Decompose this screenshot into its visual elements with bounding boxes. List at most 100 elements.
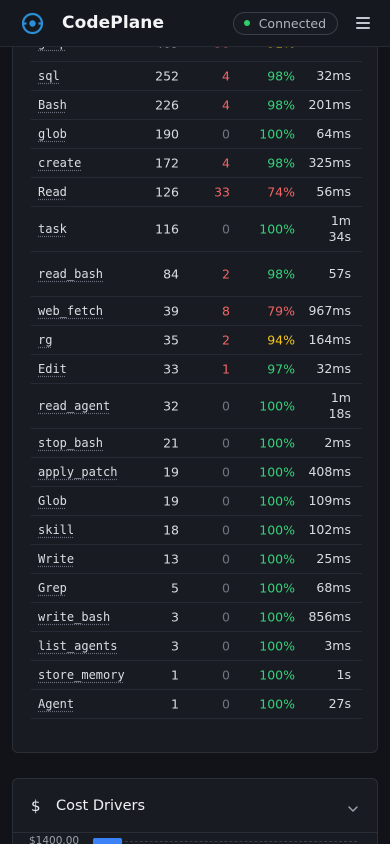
success-rate: 100% [259,638,295,654]
connection-status-badge: Connected [232,11,338,35]
success-rate: 98% [267,68,295,84]
error-count: 0 [222,667,230,683]
avg-duration: 3ms [324,638,351,653]
success-rate: 97% [267,361,295,377]
avg-duration: 164ms [308,332,351,347]
cost-drivers-card: $ Cost Drivers $1400.00 [12,778,378,844]
calls-count: 13 [163,551,179,567]
table-row: Glob 19 0 100% 109ms [31,487,362,516]
error-count: 4 [222,68,230,84]
error-count: 0 [222,609,230,625]
tool-name[interactable]: read_agent [38,399,110,413]
success-rate: 74% [267,184,295,200]
calls-count: 3 [171,638,179,654]
tool-name[interactable]: sql [38,69,60,83]
success-rate: 100% [259,522,295,538]
tool-name[interactable]: rg [38,333,52,347]
success-rate: 100% [259,580,295,596]
error-count: 0 [222,493,230,509]
calls-count: 39 [163,303,179,319]
success-rate: 98% [267,155,295,171]
y-axis-tick-label: $1400.00 [29,835,80,844]
tool-name[interactable]: apply_patch [38,465,117,479]
calls-count: 116 [155,221,179,237]
tool-name[interactable]: skill [38,523,74,537]
tool-name[interactable]: Edit [38,362,67,376]
tool-name[interactable]: task [38,222,67,236]
error-count: 0 [222,551,230,567]
error-count: 0 [222,221,230,237]
tool-name[interactable]: read_bash [38,267,103,281]
tool-name[interactable]: Bash [38,98,67,112]
success-rate: 100% [259,221,295,237]
success-rate: 79% [267,303,295,319]
table-row: Grep 5 0 100% 68ms [31,574,362,603]
hamburger-menu-icon[interactable] [356,17,370,29]
calls-count: 33 [163,361,179,377]
avg-duration: 2ms [324,435,351,450]
avg-duration: 102ms [308,522,351,537]
table-row: read_bash 84 2 98% 57s [31,252,362,297]
tool-name[interactable]: Write [38,552,74,566]
tool-name[interactable]: Read [38,185,67,199]
table-row: list_agents 3 0 100% 3ms [31,632,362,661]
cost-drivers-chart: $1400.00 [13,833,377,844]
success-rate: 100% [259,398,295,414]
avg-duration: 1m 18s [328,390,351,421]
tool-name[interactable]: write_bash [38,610,110,624]
calls-count: 126 [155,184,179,200]
table-row: Edit 33 1 97% 32ms [31,355,362,384]
calls-count: 19 [163,493,179,509]
tool-name[interactable]: Grep [38,581,67,595]
avg-duration: 25ms [316,551,351,566]
success-rate: 100% [259,667,295,683]
calls-count: 84 [163,266,179,282]
table-row: write_bash 3 0 100% 856ms [31,603,362,632]
tool-name[interactable]: web_fetch [38,304,103,318]
error-count: 0 [222,522,230,538]
avg-duration: 32ms [316,68,351,83]
status-dot-icon [243,20,250,26]
avg-duration: 56ms [316,184,351,199]
success-rate: 100% [259,126,295,142]
tool-name[interactable]: glob [38,127,67,141]
error-count: 0 [222,398,230,414]
table-row: Agent 1 0 100% 27s [31,690,362,719]
avg-duration: 57s [328,266,351,281]
table-row: Bash 226 4 98% 201ms [31,91,362,120]
calls-count: 3 [171,609,179,625]
cost-drivers-title: Cost Drivers [56,797,146,814]
table-row: store_memory 1 0 100% 1s [31,661,362,690]
table-row: Read 126 33 74% 56ms [31,178,362,207]
calls-count: 1 [171,667,179,683]
tool-name[interactable]: Agent [38,697,74,711]
tool-name[interactable]: create [38,156,81,170]
tool-name[interactable]: list_agents [38,639,117,653]
tool-name[interactable]: store_memory [38,668,125,682]
tool-name[interactable]: Glob [38,494,67,508]
calls-count: 5 [171,580,179,596]
avg-duration: 1m 34s [328,213,351,244]
tool-name[interactable]: stop_bash [38,436,103,450]
cost-bar[interactable] [93,838,122,844]
success-rate: 100% [259,435,295,451]
error-count: 4 [222,155,230,171]
avg-duration: 408ms [308,464,351,479]
error-count: 0 [222,126,230,142]
brand-name[interactable]: CodePlane [62,13,164,33]
error-count: 0 [222,435,230,451]
avg-duration: 68ms [316,580,351,595]
table-row: Write 13 0 100% 25ms [31,545,362,574]
chevron-down-icon[interactable] [347,800,359,812]
cost-drivers-header[interactable]: $ Cost Drivers [13,779,377,833]
tool-usage-card: grep4093891%392mssql252498%32msBash22649… [12,22,378,753]
dollar-icon: $ [31,796,41,815]
avg-duration: 64ms [316,126,351,141]
success-rate: 100% [259,609,295,625]
codeplane-logo-icon[interactable] [21,12,44,35]
error-count: 8 [222,303,230,319]
table-row: stop_bash 21 0 100% 2ms [31,429,362,458]
avg-duration: 325ms [308,155,351,170]
table-row: rg 35 2 94% 164ms [31,326,362,355]
success-rate: 94% [267,332,295,348]
